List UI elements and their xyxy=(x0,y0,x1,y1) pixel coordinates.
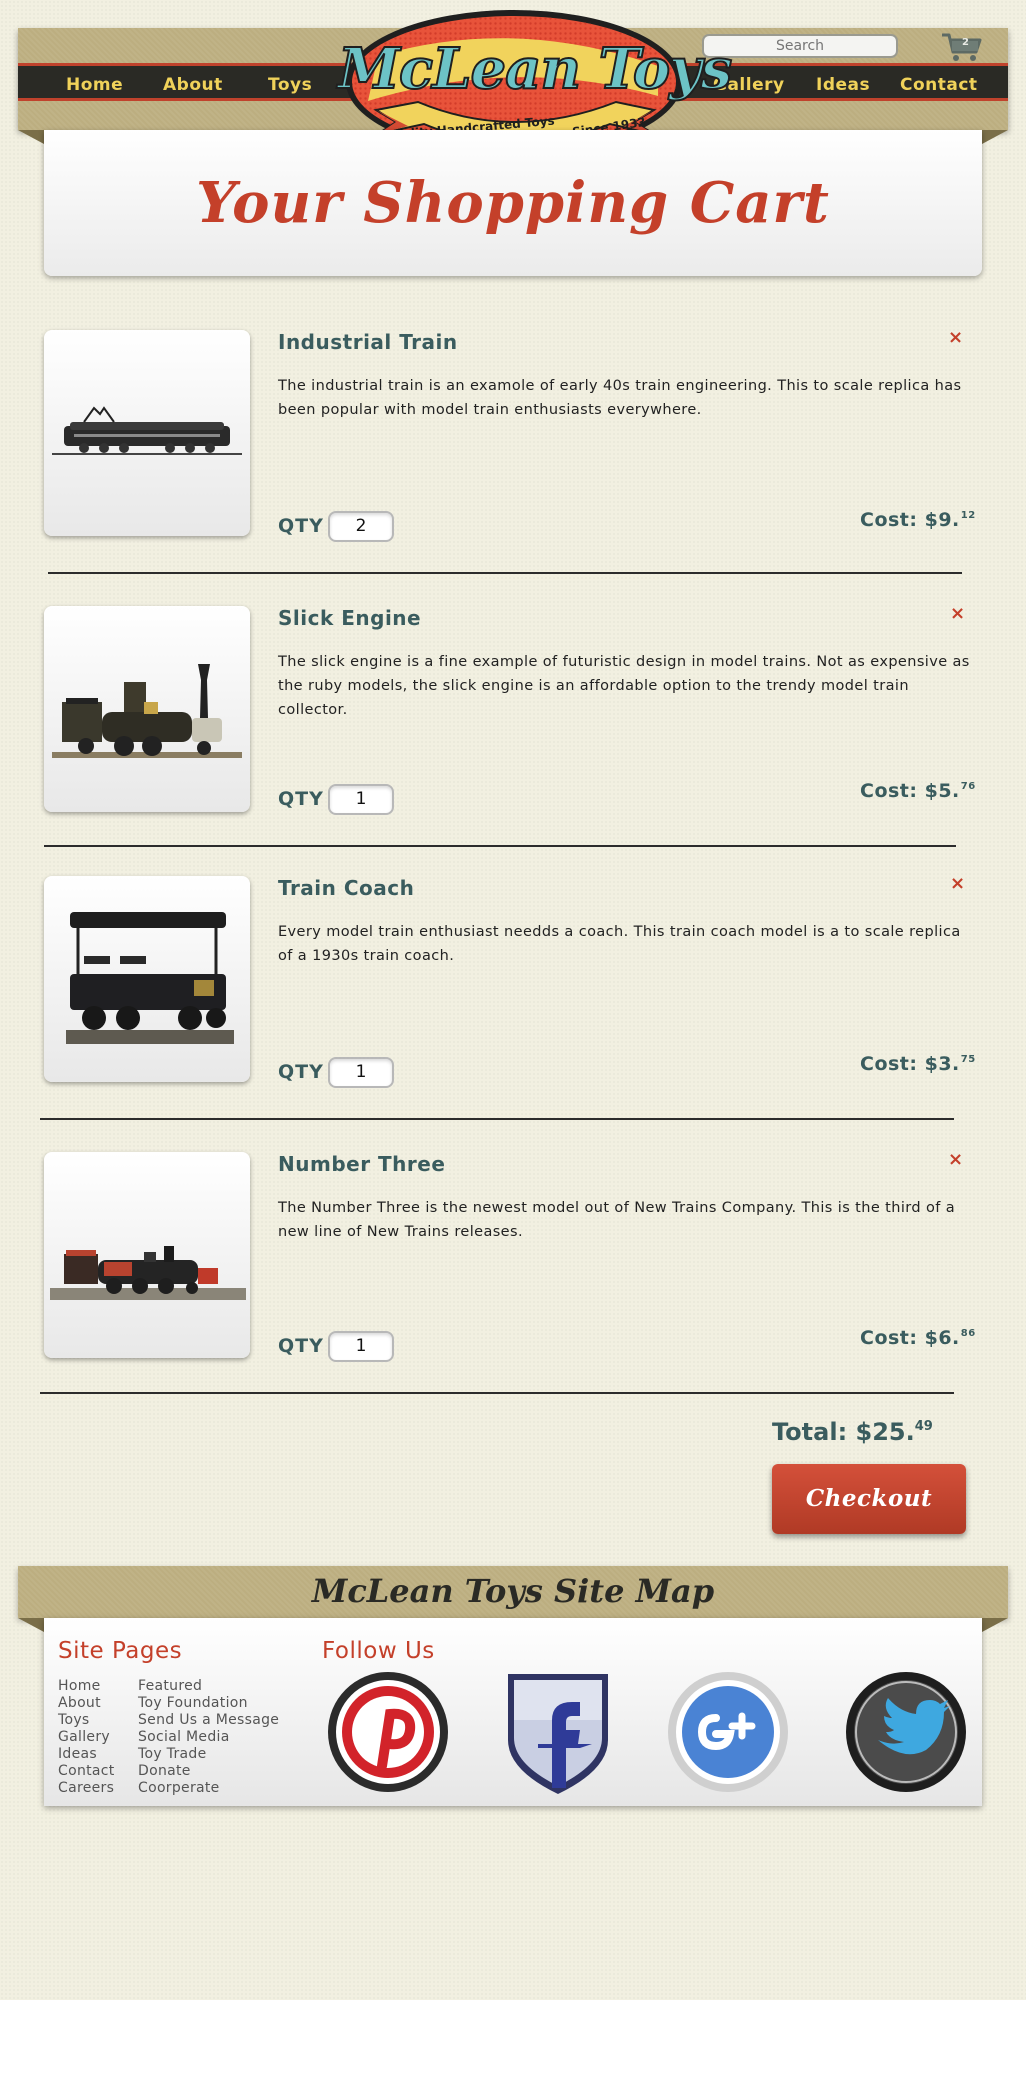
sitemap-band: McLean Toys Site Map xyxy=(18,1566,1008,1632)
remove-item-button[interactable]: × xyxy=(950,603,965,624)
cart-item: Industrial Train × The industrial train … xyxy=(0,327,1026,590)
site-pages-heading: Site Pages xyxy=(58,1638,183,1664)
footer-link-toy-foundation[interactable]: Toy Foundation xyxy=(138,1695,279,1712)
facebook-icon[interactable] xyxy=(502,1670,614,1802)
remove-item-button[interactable]: × xyxy=(948,1149,963,1170)
item-title[interactable]: Train Coach xyxy=(278,876,414,900)
quantity-input[interactable]: 2 xyxy=(328,511,394,542)
follow-us-heading: Follow Us xyxy=(322,1638,435,1664)
qty-label: QTY xyxy=(278,788,324,810)
logo-name: McLean Toys xyxy=(337,35,733,103)
nav-home[interactable]: Home xyxy=(66,75,123,95)
item-description: The slick engine is a fine example of fu… xyxy=(278,654,970,718)
footer-link-gallery[interactable]: Gallery xyxy=(58,1729,115,1746)
page-title: Your Shopping Cart xyxy=(196,170,830,236)
footer-link-donate[interactable]: Donate xyxy=(138,1763,279,1780)
cart-item: Number Three × The Number Three is the n… xyxy=(0,1149,1026,1412)
site-pages-col-1: Home About Toys Gallery Ideas Contact Ca… xyxy=(58,1678,115,1797)
quantity-input[interactable]: 1 xyxy=(328,1331,394,1362)
nav-toys[interactable]: Toys xyxy=(268,75,312,95)
search-input[interactable] xyxy=(702,34,898,58)
footer-link-home[interactable]: Home xyxy=(58,1678,115,1695)
item-title[interactable]: Number Three xyxy=(278,1152,445,1176)
footer-link-contact[interactable]: Contact xyxy=(58,1763,115,1780)
qty-label: QTY xyxy=(278,515,324,537)
footer-link-send-message[interactable]: Send Us a Message xyxy=(138,1712,279,1729)
page-background: Home About Toys Gallery Ideas Contact 2 xyxy=(0,0,1026,2000)
item-divider xyxy=(44,845,956,847)
qty-label: QTY xyxy=(278,1061,324,1083)
item-divider xyxy=(48,572,962,574)
item-cost: Cost: $6.86 xyxy=(860,1327,976,1349)
site-pages-col-2: Featured Toy Foundation Send Us a Messag… xyxy=(138,1678,279,1797)
footer-link-featured[interactable]: Featured xyxy=(138,1678,279,1695)
footer-link-toy-trade[interactable]: Toy Trade xyxy=(138,1746,279,1763)
product-image-number-three[interactable] xyxy=(44,1152,250,1358)
quantity-input[interactable]: 1 xyxy=(328,1057,394,1088)
footer-link-ideas[interactable]: Ideas xyxy=(58,1746,115,1763)
footer-link-careers[interactable]: Careers xyxy=(58,1780,115,1797)
item-title[interactable]: Industrial Train xyxy=(278,330,458,354)
item-description: Every model train enthusiast needds a co… xyxy=(278,924,961,964)
item-cost: Cost: $5.76 xyxy=(860,780,976,802)
product-image-slick-engine[interactable] xyxy=(44,606,250,812)
pinterest-icon[interactable] xyxy=(326,1670,450,1798)
cart-item: Slick Engine × The slick engine is a fin… xyxy=(0,603,1026,866)
checkout-button[interactable]: Checkout xyxy=(772,1464,966,1534)
item-cost: Cost: $9.12 xyxy=(860,509,976,531)
footer-link-social-media[interactable]: Social Media xyxy=(138,1729,279,1746)
nav-contact[interactable]: Contact xyxy=(900,75,978,95)
cart-icon[interactable]: 2 xyxy=(940,32,984,64)
item-divider xyxy=(40,1118,954,1120)
item-description: The industrial train is an examole of ea… xyxy=(278,378,962,418)
item-description: The Number Three is the newest model out… xyxy=(278,1200,956,1240)
qty-label: QTY xyxy=(278,1335,324,1357)
cart-total: Total: $25.49 xyxy=(772,1418,933,1446)
nav-about[interactable]: About xyxy=(163,75,223,95)
quantity-input[interactable]: 1 xyxy=(328,784,394,815)
hero-panel: Your Shopping Cart xyxy=(44,130,982,276)
footer-link-about[interactable]: About xyxy=(58,1695,115,1712)
footer-panel: Site Pages Follow Us Home About Toys Gal… xyxy=(44,1618,982,1806)
item-cost: Cost: $3.75 xyxy=(860,1053,976,1075)
item-title[interactable]: Slick Engine xyxy=(278,606,421,630)
cart-count-badge: 2 xyxy=(962,37,969,48)
remove-item-button[interactable]: × xyxy=(948,327,963,348)
footer-link-coorperate[interactable]: Coorperate xyxy=(138,1780,279,1797)
cart-item: Train Coach × Every model train enthusia… xyxy=(0,873,1026,1136)
footer-link-toys[interactable]: Toys xyxy=(58,1712,115,1729)
google-plus-icon[interactable] xyxy=(666,1670,790,1798)
item-divider xyxy=(40,1392,954,1394)
twitter-icon[interactable] xyxy=(844,1670,968,1798)
remove-item-button[interactable]: × xyxy=(950,873,965,894)
nav-ideas[interactable]: Ideas xyxy=(816,75,870,95)
product-image-train-coach[interactable] xyxy=(44,876,250,1082)
product-image-industrial-train[interactable] xyxy=(44,330,250,536)
sitemap-title: McLean Toys Site Map xyxy=(311,1572,715,1610)
